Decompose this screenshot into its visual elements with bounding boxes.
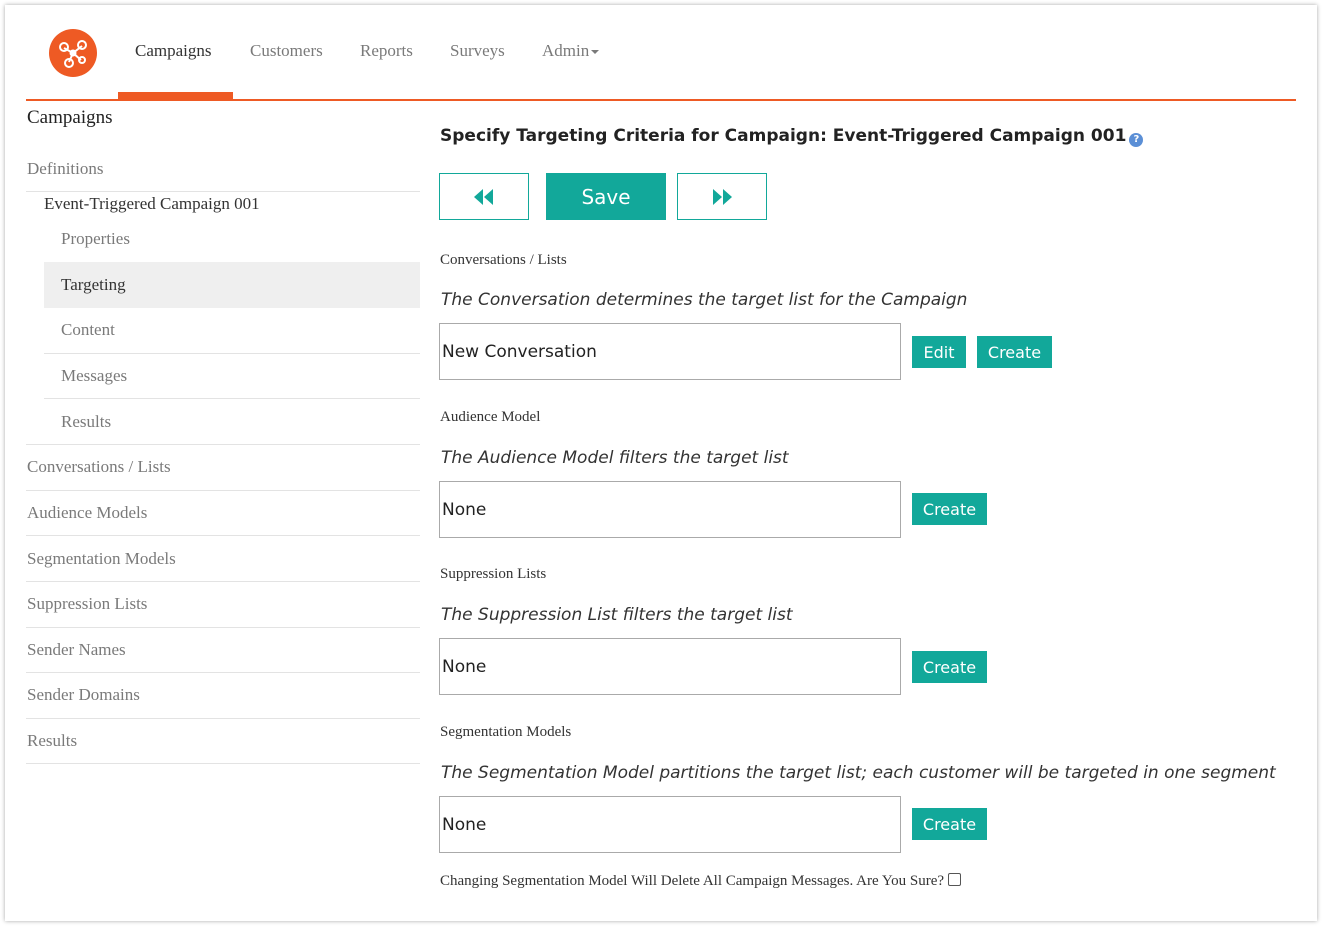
sidebar-title: Campaigns (27, 107, 113, 128)
divider (26, 191, 420, 192)
nav-surveys[interactable]: Surveys (450, 41, 505, 61)
nav-reports[interactable]: Reports (360, 41, 413, 61)
divider (26, 627, 420, 628)
audience-model-label: Audience Model (440, 409, 541, 425)
next-button[interactable] (677, 173, 767, 220)
audience-model-select[interactable]: None (439, 481, 901, 538)
divider (44, 398, 420, 399)
sidebar-item-audience-models[interactable]: Audience Models (27, 503, 147, 523)
sidebar-subitem-properties[interactable]: Properties (61, 229, 130, 249)
create-audience-model-button[interactable]: Create (912, 493, 987, 525)
nav-divider (26, 99, 1296, 101)
fast-forward-icon (713, 188, 732, 205)
sidebar-subitem-messages[interactable]: Messages (61, 366, 127, 386)
nav-customers[interactable]: Customers (250, 41, 323, 61)
conversation-select[interactable]: New Conversation (439, 323, 901, 380)
divider (26, 535, 420, 536)
suppression-lists-label: Suppression Lists (440, 566, 547, 582)
sidebar-item-conversations[interactable]: Conversations / Lists (27, 457, 171, 477)
previous-button[interactable] (439, 173, 529, 220)
divider (44, 353, 420, 354)
sidebar-subitem-results[interactable]: Results (61, 412, 111, 432)
sidebar-item-definitions[interactable]: Definitions (27, 159, 104, 179)
nav-admin-label: Admin (542, 41, 590, 60)
app-logo-icon[interactable] (49, 29, 97, 77)
segmentation-model-select[interactable]: None (439, 796, 901, 853)
warning-text: Changing Segmentation Model Will Delete … (440, 873, 945, 889)
confirm-checkbox[interactable] (948, 873, 962, 886)
divider (26, 581, 420, 582)
segmentation-warning: Changing Segmentation Model Will Delete … (440, 873, 962, 890)
nav-campaigns[interactable]: Campaigns (135, 41, 212, 61)
help-icon[interactable]: ? (1129, 133, 1144, 147)
suppression-list-select[interactable]: None (439, 638, 901, 695)
divider (26, 444, 420, 445)
page-title: Specify Targeting Criteria for Campaign:… (440, 126, 1144, 147)
segmentation-models-label: Segmentation Models (440, 724, 572, 740)
conversations-description: The Conversation determines the target l… (441, 290, 968, 310)
conversations-label: Conversations / Lists (440, 252, 567, 268)
sidebar-item-sender-domains[interactable]: Sender Domains (27, 685, 140, 705)
nav-admin-dropdown[interactable]: Admin (542, 41, 600, 61)
divider (26, 490, 420, 491)
save-button[interactable]: Save (546, 173, 666, 220)
sidebar-subitem-targeting[interactable]: Targeting (61, 275, 126, 295)
sidebar-item-sender-names[interactable]: Sender Names (27, 640, 126, 660)
divider (26, 718, 420, 719)
create-suppression-list-button[interactable]: Create (912, 651, 987, 683)
divider (26, 763, 420, 764)
create-conversation-button[interactable]: Create (977, 336, 1052, 368)
caret-down-icon (591, 50, 600, 55)
rewind-icon (474, 188, 493, 205)
sidebar-item-results[interactable]: Results (27, 731, 77, 751)
audience-model-description: The Audience Model filters the target li… (441, 448, 789, 468)
sidebar-item-suppression-lists[interactable]: Suppression Lists (27, 594, 147, 614)
suppression-list-description: The Suppression List filters the target … (441, 605, 793, 625)
divider (26, 672, 420, 673)
sidebar-item-segmentation-models[interactable]: Segmentation Models (27, 549, 176, 569)
create-segmentation-model-button[interactable]: Create (912, 808, 987, 840)
segmentation-model-description: The Segmentation Model partitions the ta… (441, 763, 1276, 783)
page-title-text: Specify Targeting Criteria for Campaign:… (440, 126, 1127, 146)
sidebar-item-campaign[interactable]: Event-Triggered Campaign 001 (44, 194, 260, 214)
sidebar-subitem-content[interactable]: Content (61, 320, 115, 340)
edit-conversation-button[interactable]: Edit (912, 336, 966, 368)
